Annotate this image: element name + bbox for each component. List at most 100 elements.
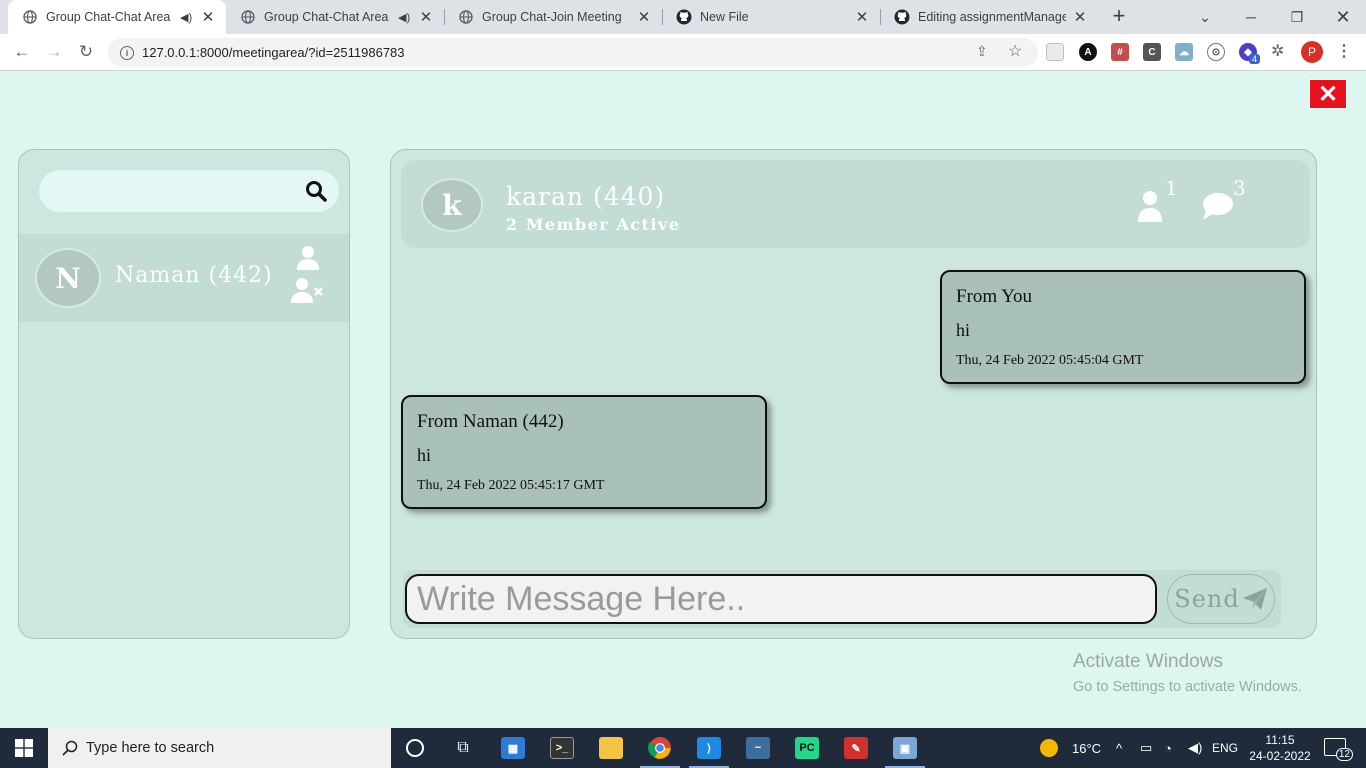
taskbar-search-box[interactable]: Type here to search [48, 728, 391, 768]
chrome-icon[interactable] [636, 728, 684, 768]
paper-plane-icon [1242, 588, 1267, 610]
search-icon[interactable] [305, 180, 327, 202]
message-bubble-outgoing: From You hi Thu, 24 Feb 2022 05:45:04 GM… [940, 270, 1306, 384]
weather-temp: 16°C [1072, 740, 1102, 756]
system-clock[interactable]: 11:15 24-02-2022 [1248, 732, 1312, 764]
send-button[interactable]: Send [1167, 574, 1275, 624]
globe-icon [22, 9, 38, 25]
task-view-icon[interactable]: ⧉ [439, 728, 487, 768]
tab-group-chat-chat-area[interactable]: Group Chat-Chat Area ◀) ✕ [8, 0, 226, 34]
store-icon[interactable]: ▦ [489, 728, 537, 768]
terminal-icon[interactable]: >_ [538, 728, 586, 768]
extension-blank-icon[interactable] [1046, 43, 1064, 61]
active-members-text: 2 Member Active [506, 215, 681, 234]
tab-search-chevron-icon[interactable]: ⌄ [1182, 0, 1228, 34]
weather-widget[interactable]: 16°C [1040, 728, 1101, 768]
window-close-button[interactable]: ✕ [1320, 0, 1366, 34]
chevron-up-icon: ^ [1116, 740, 1123, 756]
speaker-icon[interactable]: ◀) [180, 11, 194, 24]
close-meeting-button[interactable]: ✕ [1309, 79, 1347, 109]
chat-header: k karan (440) 2 Member Active 1 3 [401, 160, 1310, 248]
speaker-icon[interactable]: ◀) [398, 11, 412, 24]
notification-count: 12 [1335, 748, 1353, 761]
volume-icon[interactable]: ◀) [1188, 728, 1202, 768]
tab-new-file[interactable]: New File ✕ [662, 0, 880, 34]
search-icon [62, 740, 78, 756]
profile-avatar[interactable]: P [1301, 41, 1323, 63]
extension-angular-icon[interactable]: A [1079, 43, 1097, 61]
notification-center-icon[interactable]: 12 [1324, 738, 1353, 761]
extension-c-icon[interactable]: C [1143, 43, 1161, 61]
avatar: N [35, 248, 101, 308]
user-icon[interactable] [295, 244, 321, 272]
tab-title: New File [700, 10, 749, 24]
tab-editing-assignment[interactable]: Editing assignmentManagem ✕ [880, 0, 1098, 34]
message-input[interactable] [405, 574, 1157, 624]
extension-cloud-icon[interactable]: ☁ [1175, 43, 1193, 61]
message-bubble-incoming: From Naman (442) hi Thu, 24 Feb 2022 05:… [401, 395, 767, 509]
message-text: hi [417, 445, 432, 465]
windows-logo-icon [15, 739, 33, 757]
close-tab-icon[interactable]: ✕ [636, 8, 652, 26]
close-tab-icon[interactable]: ✕ [418, 8, 434, 26]
new-tab-button[interactable]: + [1108, 4, 1130, 30]
globe-icon [240, 9, 256, 25]
forward-arrow-icon[interactable]: → [41, 39, 67, 65]
extension-circle-icon[interactable]: ⊙ [1207, 43, 1225, 61]
network-icon[interactable]: ◔ [1164, 728, 1172, 768]
member-search-input[interactable] [39, 170, 339, 212]
send-label: Send [1174, 585, 1240, 613]
tab-title: Group Chat-Join Meeting [482, 10, 622, 24]
tab-join-meeting[interactable]: Group Chat-Join Meeting ✕ [444, 0, 662, 34]
globe-icon [458, 9, 474, 25]
tab-group-chat-chat-area-2[interactable]: Group Chat-Chat Area ◀) ✕ [226, 0, 444, 34]
restore-button[interactable]: ❐ [1274, 0, 1320, 34]
browser-menu-icon[interactable]: ⋮ [1336, 41, 1352, 61]
start-button[interactable] [0, 728, 48, 768]
bookmark-star-icon[interactable]: ☆ [1008, 41, 1022, 61]
vscode-icon[interactable]: ⟩ [685, 728, 733, 768]
close-tab-icon[interactable]: ✕ [1072, 8, 1088, 26]
photos-icon[interactable]: ▣ [881, 728, 929, 768]
messages-count-button[interactable]: 3 [1201, 176, 1246, 222]
remove-user-icon[interactable] [289, 276, 325, 306]
member-search-field[interactable] [39, 170, 289, 212]
messages-count: 3 [1233, 176, 1246, 200]
watermark-title: Activate Windows [1073, 651, 1223, 672]
browser-tab-strip: Group Chat-Chat Area ◀) ✕ Group Chat-Cha… [0, 0, 1366, 34]
tab-title: Group Chat-Chat Area [46, 10, 171, 24]
reload-icon[interactable]: ↻ [73, 39, 99, 65]
tab-title: Editing assignmentManagem [918, 10, 1066, 24]
minimize-button[interactable]: ─ [1228, 0, 1274, 34]
member-list-item[interactable]: N Naman (442) [19, 234, 349, 322]
taskbar-search-placeholder: Type here to search [86, 740, 215, 756]
back-arrow-icon[interactable]: ← [9, 39, 35, 65]
show-hidden-icons[interactable]: ^ [1116, 728, 1122, 768]
battery-icon[interactable]: ▭ [1140, 728, 1152, 768]
file-explorer-icon[interactable] [587, 728, 635, 768]
pycharm-icon[interactable]: PC [783, 728, 831, 768]
close-tab-icon[interactable]: ✕ [854, 8, 870, 26]
tab-title: Group Chat-Chat Area [264, 10, 389, 24]
site-info-icon[interactable]: i [120, 45, 134, 60]
github-icon [894, 9, 910, 25]
share-icon[interactable]: ⇪ [976, 43, 988, 60]
extension-grid-icon[interactable]: # [1111, 43, 1129, 61]
message-timestamp: Thu, 24 Feb 2022 05:45:04 GMT [956, 353, 1144, 368]
members-count-button[interactable]: 1 [1137, 176, 1178, 224]
address-bar[interactable]: i 127.0.0.1:8000/meetingarea/?id=2511986… [108, 38, 1038, 67]
clock-time: 11:15 [1265, 733, 1295, 747]
message-text: hi [956, 320, 971, 340]
close-tab-icon[interactable]: ✕ [200, 8, 216, 26]
message-sender: From Naman (442) [417, 411, 564, 432]
cortana-icon[interactable] [391, 728, 439, 768]
user-icon [1138, 191, 1162, 222]
activate-windows-watermark: Activate Windows Go to Settings to activ… [1073, 651, 1302, 695]
chat-bubble-icon [1203, 193, 1233, 220]
language-indicator[interactable]: ENG [1212, 728, 1238, 768]
chat-title: karan (440) [506, 182, 666, 211]
members-panel: N Naman (442) [18, 149, 350, 639]
extensions-puzzle-icon[interactable]: ✲ [1271, 41, 1284, 61]
mysql-workbench-icon[interactable]: ~ [734, 728, 782, 768]
acrobat-icon[interactable]: ✎ [832, 728, 880, 768]
